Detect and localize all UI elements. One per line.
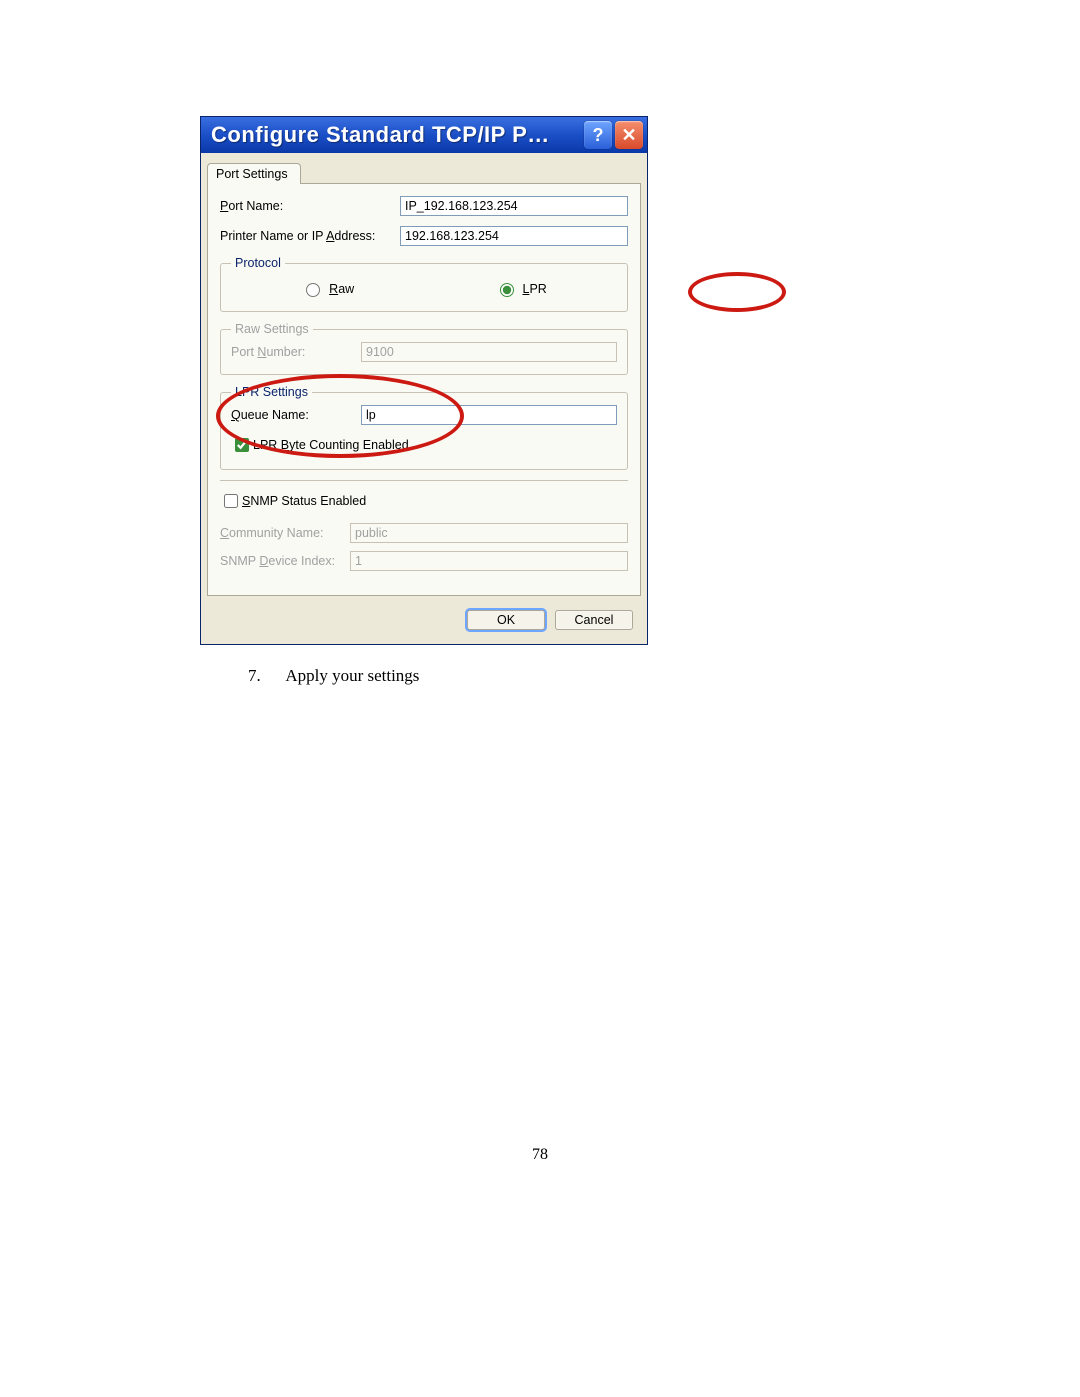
- snmp-status-checkbox[interactable]: SNMP Status Enabled: [220, 489, 628, 515]
- snmp-group: SNMP Status Enabled Community Name: SNMP…: [220, 480, 628, 571]
- raw-settings-legend: Raw Settings: [231, 322, 313, 336]
- snmp-community-label: Community Name:: [220, 526, 350, 540]
- instruction-number: 7.: [248, 666, 282, 686]
- help-icon: ?: [593, 125, 604, 146]
- printer-address-label: Printer Name or IP Address:: [220, 229, 400, 243]
- protocol-lpr-radio[interactable]: LPR: [495, 280, 547, 297]
- close-icon: ✕: [621, 125, 636, 146]
- raw-settings-group: Raw Settings Port Number:: [220, 322, 628, 375]
- snmp-community-input: [350, 523, 628, 543]
- port-settings-panel: Port Name: Printer Name or IP Address: P…: [207, 183, 641, 596]
- printer-address-input[interactable]: [400, 226, 628, 246]
- snmp-index-input: [350, 551, 628, 571]
- help-button[interactable]: ?: [584, 121, 612, 149]
- snmp-index-label: SNMP Device Index:: [220, 554, 350, 568]
- dialog-title: Configure Standard TCP/IP P…: [211, 122, 584, 148]
- instruction-text: Apply your settings: [285, 666, 419, 685]
- ok-button[interactable]: OK: [467, 610, 545, 630]
- lpr-settings-legend: LPR Settings: [231, 385, 312, 399]
- lpr-queue-input[interactable]: [361, 405, 617, 425]
- lpr-bytecount-checkbox[interactable]: LPR Byte Counting Enabled: [231, 433, 617, 459]
- protocol-legend: Protocol: [231, 256, 285, 270]
- tab-port-settings[interactable]: Port Settings: [207, 163, 301, 184]
- raw-port-input: [361, 342, 617, 362]
- port-name-label: Port Name:: [220, 199, 400, 213]
- raw-port-label: Port Number:: [231, 345, 361, 359]
- annotation-circle-lpr: [688, 272, 786, 312]
- titlebar[interactable]: Configure Standard TCP/IP P… ? ✕: [201, 117, 647, 153]
- close-button[interactable]: ✕: [615, 121, 643, 149]
- page-number: 78: [0, 1146, 1080, 1164]
- tcpip-port-dialog: Configure Standard TCP/IP P… ? ✕ Port Se…: [200, 116, 648, 645]
- cancel-button[interactable]: Cancel: [555, 610, 633, 630]
- lpr-queue-label: Queue Name:: [231, 408, 361, 422]
- lpr-settings-group: LPR Settings Queue Name: LPR Byte Counti…: [220, 385, 628, 470]
- protocol-raw-radio[interactable]: Raw: [301, 280, 354, 297]
- protocol-group: Protocol Raw LPR: [220, 256, 628, 312]
- instruction-step: 7. Apply your settings: [248, 666, 419, 686]
- port-name-input[interactable]: [400, 196, 628, 216]
